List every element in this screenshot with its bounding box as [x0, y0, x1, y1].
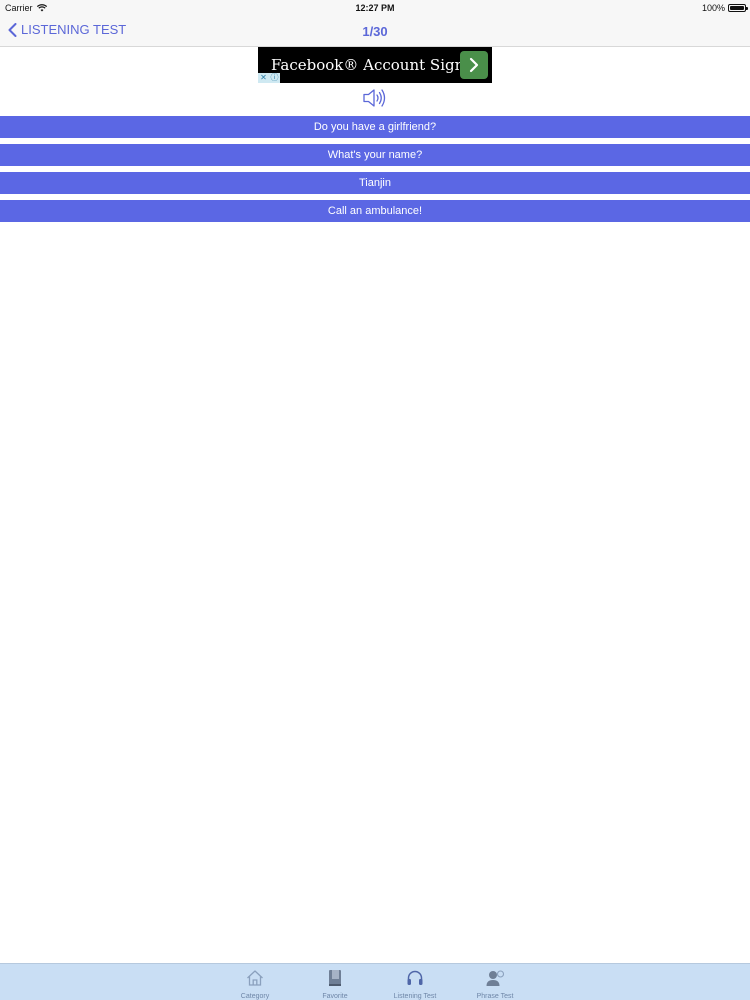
home-icon — [245, 968, 265, 988]
ad-info-icon[interactable]: ⓘ — [269, 73, 280, 83]
battery-icon — [728, 4, 748, 12]
ad-text: Facebook® Account Sign Up — [271, 56, 469, 74]
tab-phrase-test-label: Phrase Test — [476, 993, 514, 1000]
tab-bar: Category Favorite Listening Test Phrase … — [0, 963, 750, 1000]
status-bar: Carrier 12:27 PM 100% — [0, 0, 750, 16]
tab-listening-test-label: Listening Test — [393, 993, 437, 1000]
answer-option-2[interactable]: What's your name? — [0, 144, 750, 166]
status-right: 100% — [701, 3, 748, 13]
headphones-icon — [405, 968, 425, 988]
answer-option-4[interactable]: Call an ambulance! — [0, 200, 750, 222]
answer-option-1[interactable]: Do you have a girlfriend? — [0, 116, 750, 138]
tab-category-label: Category — [240, 993, 270, 1000]
tab-phrase-test[interactable]: Phrase Test — [455, 964, 535, 1000]
ad-banner[interactable]: Facebook® Account Sign Up ✕ ⓘ — [258, 47, 492, 83]
screen: Carrier 12:27 PM 100% LISTENING TEST 1/3… — [0, 0, 750, 1000]
tab-favorite[interactable]: Favorite — [295, 964, 375, 1000]
answer-option-3[interactable]: Tianjin — [0, 172, 750, 194]
ad-open-button[interactable] — [460, 51, 488, 79]
speaker-icon — [363, 89, 386, 107]
status-time: 12:27 PM — [355, 3, 395, 13]
play-audio-button[interactable] — [362, 86, 388, 110]
chevron-right-icon — [469, 57, 479, 73]
tab-listening-test[interactable]: Listening Test — [375, 964, 455, 1000]
navigation-bar: LISTENING TEST 1/30 — [0, 16, 750, 47]
tab-favorite-label: Favorite — [322, 993, 348, 1000]
question-counter: 1/30 — [362, 24, 388, 39]
ad-badges: ✕ ⓘ — [258, 73, 280, 83]
speaking-person-icon — [485, 968, 505, 988]
battery-fill — [730, 6, 744, 10]
book-icon — [325, 968, 345, 988]
answer-list: Do you have a girlfriend? What's your na… — [0, 116, 750, 228]
ad-close-icon[interactable]: ✕ — [258, 73, 269, 83]
tab-category[interactable]: Category — [215, 964, 295, 1000]
battery-percent: 100% — [701, 3, 725, 13]
